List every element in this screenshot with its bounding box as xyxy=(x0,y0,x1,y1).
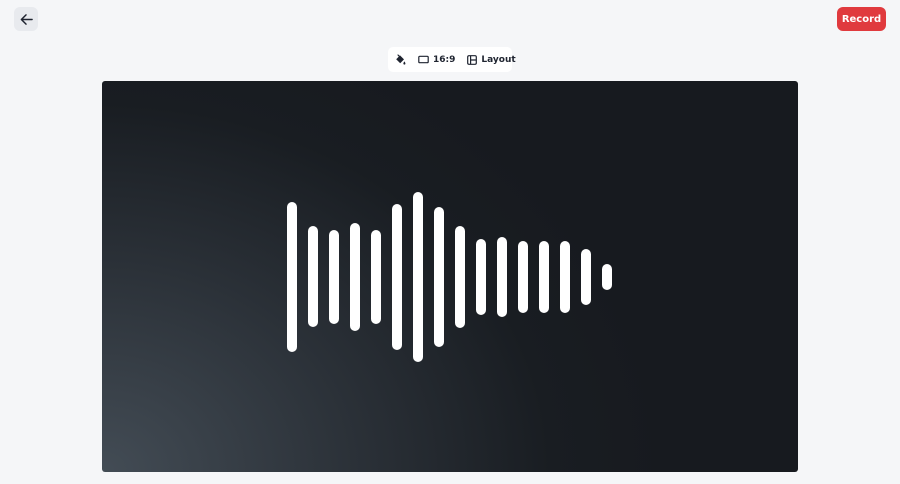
aspect-ratio-button[interactable]: 16:9 xyxy=(418,47,455,72)
waveform-bar xyxy=(350,223,360,331)
audio-waveform-icon xyxy=(287,192,612,362)
layout-icon xyxy=(467,54,478,65)
background-fill-button[interactable] xyxy=(394,47,406,72)
waveform-bar xyxy=(287,202,297,352)
rectangle-icon xyxy=(418,55,429,64)
waveform-bar xyxy=(434,207,444,347)
waveform-bar xyxy=(392,204,402,350)
waveform-bar xyxy=(539,241,549,313)
waveform-bar xyxy=(581,249,591,305)
waveform-bar xyxy=(476,239,486,315)
record-button[interactable]: Record xyxy=(837,7,886,31)
waveform-bar xyxy=(602,264,612,290)
waveform-bar xyxy=(455,226,465,328)
layout-label: Layout xyxy=(481,54,516,65)
waveform-bar xyxy=(497,237,507,317)
arrow-left-icon xyxy=(20,13,33,25)
waveform-bar xyxy=(308,226,318,327)
back-button[interactable] xyxy=(14,7,38,31)
page: Record 16:9 Layout xyxy=(0,0,900,484)
waveform-bar xyxy=(413,192,423,362)
waveform-bar xyxy=(518,241,528,313)
waveform-bar xyxy=(371,230,381,324)
recording-canvas[interactable] xyxy=(102,81,798,472)
layout-button[interactable]: Layout xyxy=(467,47,516,72)
waveform-bar xyxy=(560,241,570,313)
paint-bucket-icon xyxy=(396,53,406,65)
canvas-toolbar: 16:9 Layout xyxy=(388,47,516,72)
waveform-bar xyxy=(329,230,339,324)
aspect-ratio-label: 16:9 xyxy=(433,54,456,65)
